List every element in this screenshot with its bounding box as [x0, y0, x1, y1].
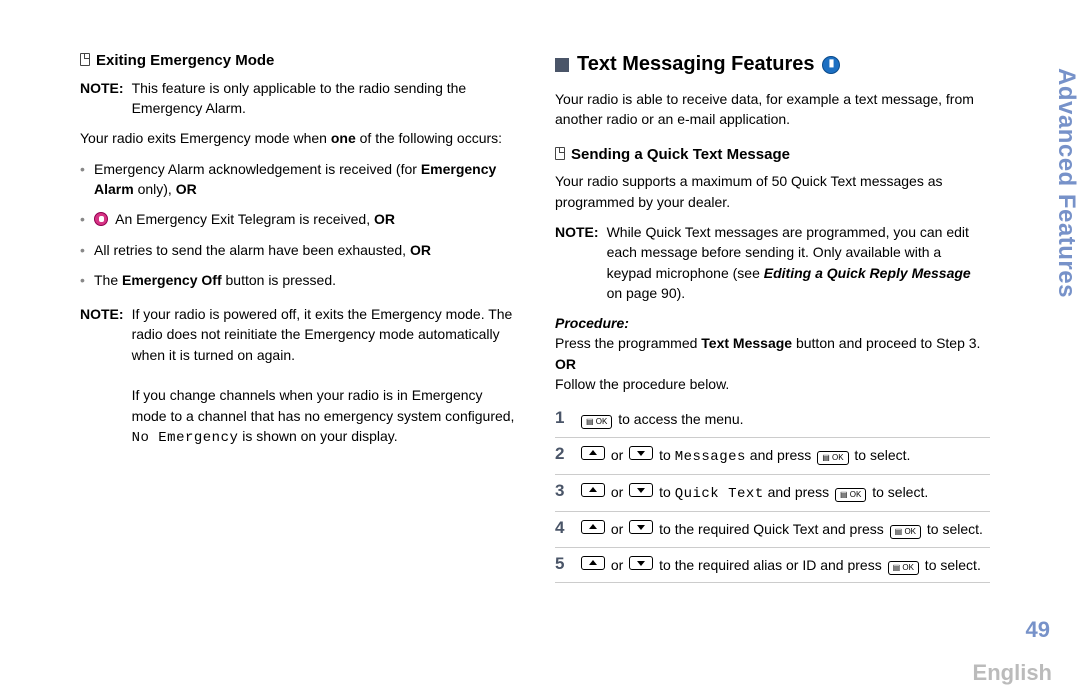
list-item: An Emergency Exit Telegram is received, …	[80, 209, 515, 229]
note-1: NOTE: This feature is only applicable to…	[80, 78, 515, 119]
step-1: 1 ▤ OK to access the menu.	[555, 402, 990, 437]
down-key-icon	[629, 483, 653, 497]
list-item: All retries to send the alarm have been …	[80, 240, 515, 260]
quicktext-para: Your radio supports a maximum of 50 Quic…	[555, 171, 990, 212]
step-4: 4 or to the required Quick Text and pres…	[555, 512, 990, 547]
subhead-text: Exiting Emergency Mode	[96, 52, 274, 69]
list-item: Emergency Alarm acknowledgement is recei…	[80, 159, 515, 200]
up-key-icon	[581, 556, 605, 570]
note-body: This feature is only applicable to the r…	[132, 78, 515, 119]
radio-icon	[94, 212, 108, 226]
note-body: If your radio is powered off, it exits t…	[132, 304, 515, 448]
up-key-icon	[581, 446, 605, 460]
subhead-exiting: Exiting Emergency Mode	[80, 50, 515, 72]
subhead-quicktext: Sending a Quick Text Message	[555, 144, 990, 166]
language-label: English	[973, 660, 1052, 686]
procedure-label: Procedure:	[555, 315, 629, 331]
feature-badge-icon: ▮	[822, 56, 840, 74]
ok-key-icon: ▤ OK	[817, 451, 848, 465]
note-body: While Quick Text messages are programmed…	[607, 222, 990, 303]
note-label: NOTE:	[80, 304, 124, 448]
step-5: 5 or to the required alias or ID and pre…	[555, 548, 990, 583]
ok-key-icon: ▤ OK	[581, 415, 612, 429]
exit-conditions-list: Emergency Alarm acknowledgement is recei…	[80, 159, 515, 290]
document-icon	[80, 53, 90, 66]
down-key-icon	[629, 446, 653, 460]
note-label: NOTE:	[555, 222, 599, 303]
side-tab-label: Advanced Features	[1052, 68, 1080, 298]
note-quicktext: NOTE: While Quick Text messages are prog…	[555, 222, 990, 303]
procedure-steps: 1 ▤ OK to access the menu. 2 or to Messa…	[555, 402, 990, 583]
intro-para: Your radio is able to receive data, for …	[555, 89, 990, 130]
step-2: 2 or to Messages and press ▤ OK to selec…	[555, 438, 990, 475]
heading-text: Text Messaging Features	[577, 50, 814, 79]
section-heading: Text Messaging Features ▮	[555, 50, 990, 79]
page-number: 49	[1026, 617, 1050, 643]
note-label: NOTE:	[80, 78, 124, 119]
right-column: Text Messaging Features ▮ Your radio is …	[555, 50, 1020, 583]
up-key-icon	[581, 520, 605, 534]
document-icon	[555, 147, 565, 160]
procedure-block: Procedure: Press the programmed Text Mes…	[555, 313, 990, 394]
list-item: The Emergency Off button is pressed.	[80, 270, 515, 290]
section-marker-icon	[555, 58, 569, 72]
down-key-icon	[629, 556, 653, 570]
ok-key-icon: ▤ OK	[888, 561, 919, 575]
step-3: 3 or to Quick Text and press ▤ OK to sel…	[555, 475, 990, 512]
left-column: Exiting Emergency Mode NOTE: This featur…	[80, 50, 515, 583]
up-key-icon	[581, 483, 605, 497]
ok-key-icon: ▤ OK	[890, 525, 921, 539]
down-key-icon	[629, 520, 653, 534]
exit-condition-intro: Your radio exits Emergency mode when one…	[80, 128, 515, 148]
or-label: OR	[555, 356, 576, 372]
note-2: NOTE: If your radio is powered off, it e…	[80, 304, 515, 448]
ok-key-icon: ▤ OK	[835, 488, 866, 502]
